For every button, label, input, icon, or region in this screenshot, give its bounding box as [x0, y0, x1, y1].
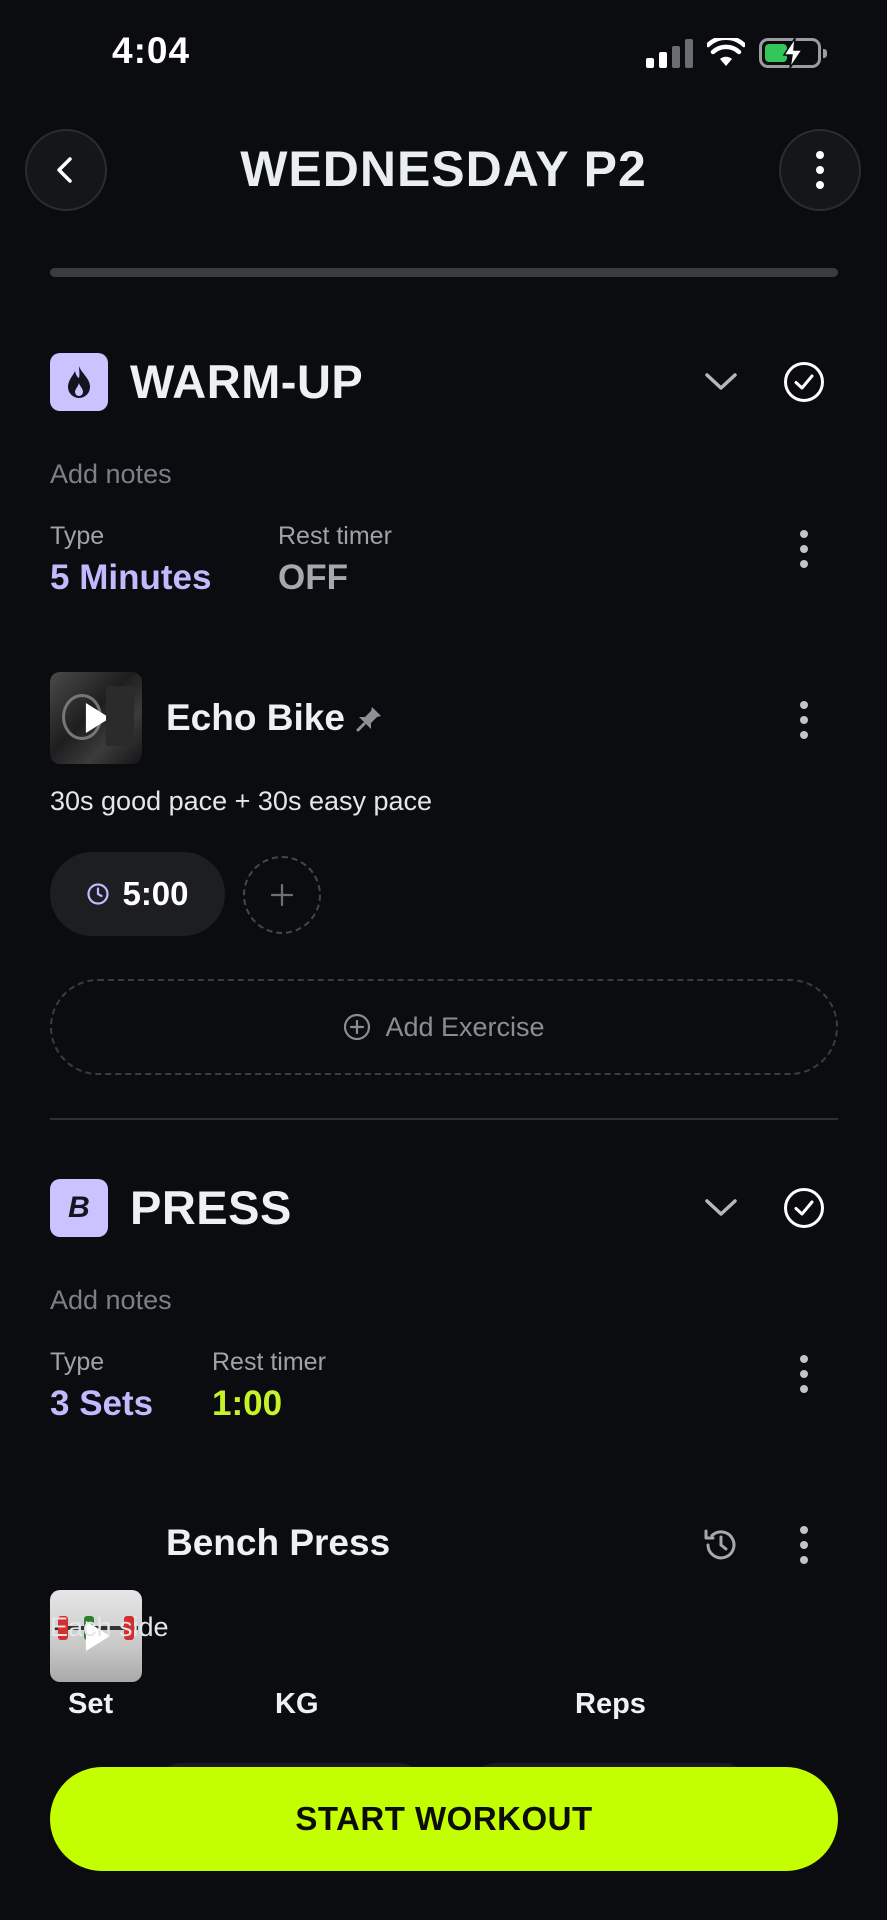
page-title: WEDNESDAY P2	[240, 141, 647, 197]
exercise-options-button[interactable]	[784, 1526, 824, 1564]
section-options-button[interactable]	[784, 530, 824, 568]
chevron-down-icon	[705, 1199, 737, 1216]
type-label: Type	[50, 522, 105, 550]
rest-timer-value[interactable]: 1:00	[212, 1384, 282, 1424]
exercise-name[interactable]: Bench Press	[166, 1522, 390, 1564]
exercise-name[interactable]: Echo Bike	[166, 697, 345, 739]
battery-icon	[759, 38, 827, 68]
workout-progress-bar	[50, 268, 838, 277]
status-icons	[646, 36, 827, 70]
exercise-description: Each side	[50, 1612, 169, 1642]
set-time-value: 5:00	[122, 875, 189, 912]
collapse-warmup-button[interactable]	[696, 357, 746, 407]
clock-icon	[87, 883, 110, 905]
plus-icon	[270, 883, 294, 907]
flame-icon	[68, 366, 90, 398]
column-header-reps: Reps	[575, 1688, 646, 1720]
more-vertical-icon	[784, 1526, 824, 1564]
rest-timer-label: Rest timer	[278, 522, 392, 550]
add-exercise-button[interactable]: Add Exercise	[50, 979, 838, 1075]
rest-timer-value[interactable]: OFF	[278, 558, 348, 598]
play-icon	[85, 703, 110, 733]
complete-press-button[interactable]	[779, 1183, 829, 1233]
more-options-button[interactable]	[779, 129, 861, 211]
history-icon	[704, 1529, 736, 1560]
plus-circle-icon	[344, 1013, 371, 1041]
collapse-press-button[interactable]	[696, 1183, 746, 1233]
type-value[interactable]: 5 Minutes	[50, 558, 211, 598]
start-workout-label: START WORKOUT	[295, 1800, 593, 1837]
column-header-set: Set	[68, 1688, 114, 1720]
more-vertical-icon	[784, 1355, 824, 1393]
add-set-button[interactable]	[243, 856, 321, 934]
section-title-warmup: WARM-UP	[130, 355, 364, 408]
notes-input-warmup[interactable]: Add notes	[50, 459, 172, 490]
pin-icon[interactable]	[355, 705, 383, 738]
more-vertical-icon	[784, 530, 824, 568]
column-header-kg: KG	[275, 1688, 319, 1720]
section-badge-letter: B	[68, 1191, 90, 1224]
more-vertical-icon	[800, 151, 840, 189]
chevron-down-icon	[705, 373, 737, 390]
type-label: Type	[50, 1348, 105, 1376]
complete-warmup-button[interactable]	[779, 357, 829, 407]
set-time-pill[interactable]: 5:00	[50, 852, 225, 936]
exercise-options-button[interactable]	[784, 701, 824, 739]
type-value[interactable]: 3 Sets	[50, 1384, 153, 1424]
notes-input-press[interactable]: Add notes	[50, 1285, 172, 1316]
more-vertical-icon	[784, 701, 824, 739]
exercise-video-thumbnail[interactable]	[50, 672, 142, 764]
section-divider	[50, 1118, 838, 1120]
warmup-badge	[50, 353, 108, 411]
section-options-button[interactable]	[784, 1355, 824, 1393]
check-circle-icon	[784, 362, 824, 402]
press-badge: B	[50, 1179, 108, 1237]
cellular-signal-icon	[646, 38, 693, 68]
add-exercise-label: Add Exercise	[385, 1011, 545, 1042]
check-circle-icon	[784, 1188, 824, 1228]
exercise-description: 30s good pace + 30s easy pace	[50, 786, 433, 816]
rest-timer-label: Rest timer	[212, 1348, 326, 1376]
exercise-history-button[interactable]	[696, 1520, 746, 1570]
section-title-press: PRESS	[130, 1181, 292, 1234]
status-time: 4:04	[112, 30, 191, 71]
start-workout-button[interactable]: START WORKOUT	[50, 1767, 838, 1871]
wifi-icon	[707, 38, 745, 66]
